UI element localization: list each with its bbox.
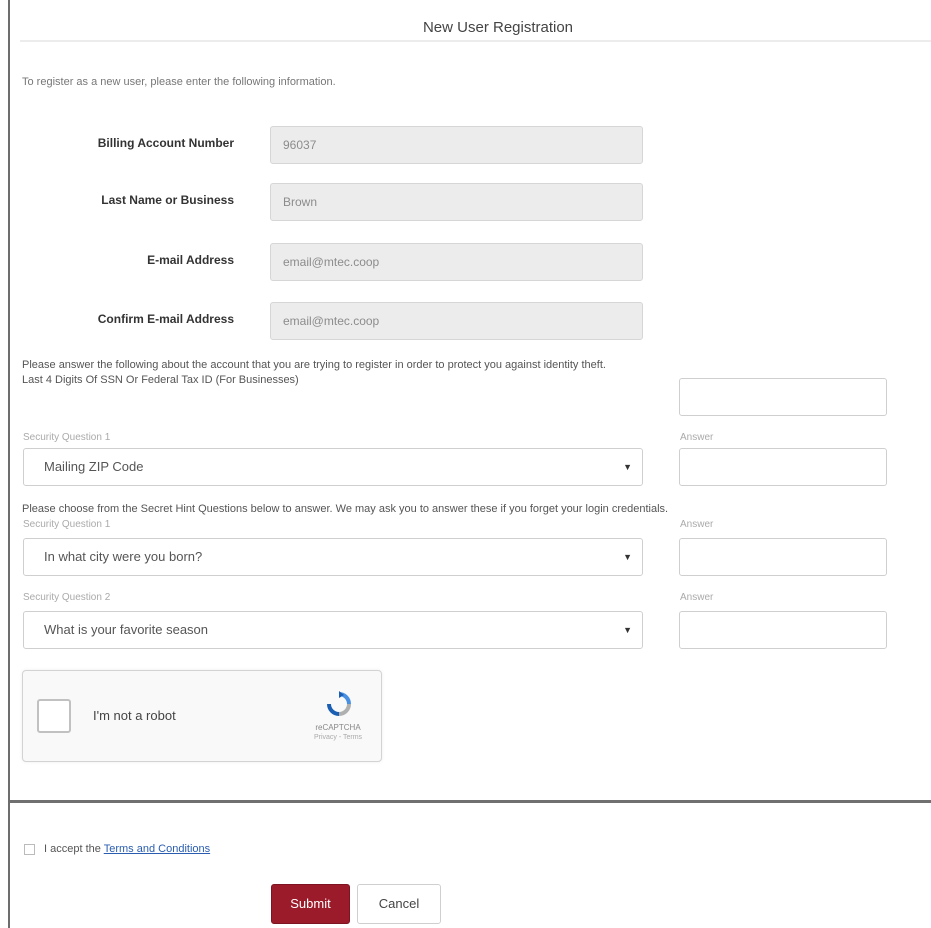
identity-question-value: Mailing ZIP Code <box>44 459 144 474</box>
billing-account-field[interactable]: 96037 <box>270 126 643 164</box>
dropdown-arrow-icon: ▼ <box>623 552 632 562</box>
intro-text: To register as a new user, please enter … <box>22 76 336 88</box>
terms-checkbox[interactable] <box>24 844 35 855</box>
terms-link[interactable]: Terms and Conditions <box>104 843 210 855</box>
secret-answer-1-label: Answer <box>680 519 714 530</box>
recaptcha-links[interactable]: Privacy - Terms <box>293 734 383 741</box>
identity-question-select[interactable]: Mailing ZIP Code ▼ <box>23 448 643 486</box>
email-label: E-mail Address <box>147 253 234 267</box>
secret-question-2-select[interactable]: What is your favorite season ▼ <box>23 611 643 649</box>
secret-question-1-label: Security Question 1 <box>23 519 111 530</box>
dropdown-arrow-icon: ▼ <box>623 462 632 472</box>
identity-answer-label: Answer <box>680 432 714 443</box>
secret-hint-instructions: Please choose from the Secret Hint Quest… <box>22 503 669 515</box>
identity-question-label: Security Question 1 <box>23 432 111 443</box>
secret-question-2-value: What is your favorite season <box>44 622 209 637</box>
recaptcha-widget: I'm not a robot reCAPTCHA Privacy - Term… <box>22 670 382 762</box>
secret-answer-2-input[interactable] <box>679 611 887 649</box>
ssn-label: Last 4 Digits Of SSN Or Federal Tax ID (… <box>22 374 299 386</box>
recaptcha-logo-icon <box>327 691 351 716</box>
confirm-email-label: Confirm E-mail Address <box>97 312 234 326</box>
terms-text: I accept the Terms and Conditions <box>44 843 210 855</box>
page-title: New User Registration <box>422 19 574 36</box>
submit-button[interactable]: Submit <box>271 884 350 924</box>
identity-instructions: Please answer the following about the ac… <box>22 358 606 388</box>
ssn-input[interactable] <box>679 378 887 416</box>
secret-question-1-value: In what city were you born? <box>44 549 203 564</box>
last-name-field[interactable]: Brown <box>270 183 643 221</box>
terms-prefix: I accept the <box>44 843 104 855</box>
dropdown-arrow-icon: ▼ <box>623 625 632 635</box>
section-divider <box>10 800 931 803</box>
secret-question-2-label: Security Question 2 <box>23 592 111 603</box>
cancel-button[interactable]: Cancel <box>357 884 441 924</box>
secret-question-1-select[interactable]: In what city were you born? ▼ <box>23 538 643 576</box>
window-left-border <box>8 0 10 928</box>
identity-answer-input[interactable] <box>679 448 887 486</box>
identity-prompt: Please answer the following about the ac… <box>22 359 606 371</box>
recaptcha-brand: reCAPTCHA <box>315 723 361 732</box>
secret-answer-1-input[interactable] <box>679 538 887 576</box>
secret-answer-2-label: Answer <box>680 592 714 603</box>
last-name-label: Last Name or Business <box>101 193 234 207</box>
recaptcha-checkbox[interactable] <box>37 699 71 733</box>
confirm-email-field[interactable]: email@mtec.coop <box>270 302 643 340</box>
email-field[interactable]: email@mtec.coop <box>270 243 643 281</box>
billing-account-label: Billing Account Number <box>97 136 234 150</box>
recaptcha-label: I'm not a robot <box>93 708 176 723</box>
title-divider <box>20 40 931 42</box>
